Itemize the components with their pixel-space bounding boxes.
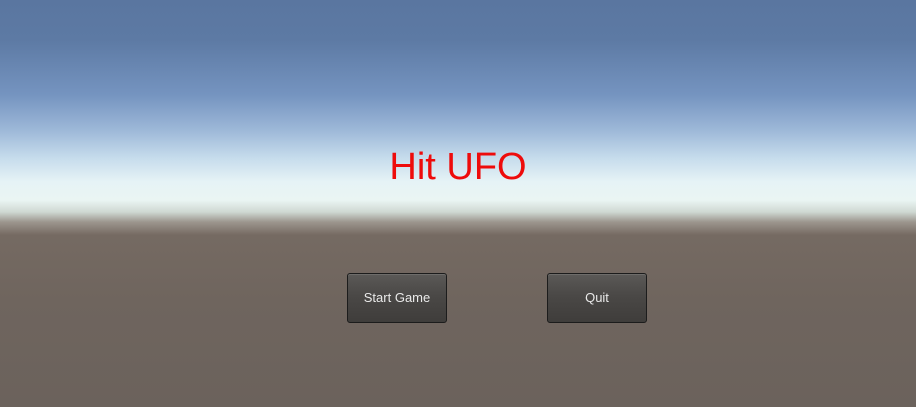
start-game-button[interactable]: Start Game bbox=[347, 273, 447, 323]
game-title: Hit UFO bbox=[389, 146, 527, 188]
game-scene-background: Hit UFO Start Game Quit bbox=[0, 0, 916, 407]
quit-button[interactable]: Quit bbox=[547, 273, 647, 323]
